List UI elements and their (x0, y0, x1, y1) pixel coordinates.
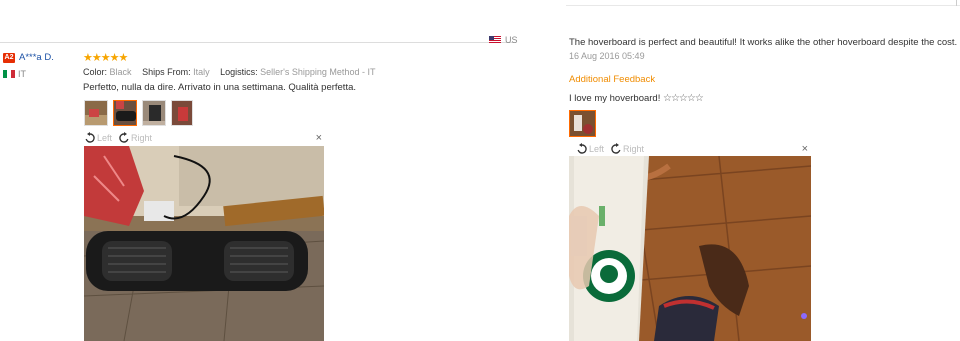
review-thumbnail-active[interactable] (569, 110, 596, 137)
image-viewer-toolbar: Left Right × (576, 142, 810, 156)
order-meta: Color: Black Ships From: Italy Logistics… (83, 67, 383, 77)
rotate-right-icon (611, 143, 621, 154)
review-text: Perfetto, nulla da dire. Arrivato in una… (83, 82, 357, 93)
rotate-right-icon (119, 132, 129, 143)
buyer-country-code: IT (18, 69, 26, 79)
review-thumbnail[interactable] (84, 100, 108, 126)
image-viewer-toolbar: Left Right × (84, 131, 324, 145)
additional-feedback-stars: ☆☆☆☆☆ (663, 93, 704, 104)
rotate-left-button[interactable]: Left (576, 143, 604, 155)
rotate-right-label: Right (131, 133, 153, 143)
rotate-left-icon (577, 143, 587, 154)
review-photo-starbucks-cup (569, 156, 811, 341)
logistics-key: Logistics: (220, 67, 258, 77)
review-thumbnail[interactable] (171, 100, 193, 126)
rotate-right-button[interactable]: Right (610, 143, 644, 155)
divider-line (0, 42, 516, 43)
italy-flag-icon (3, 70, 15, 78)
thumbnail-image (172, 101, 192, 125)
review-thumbnail[interactable] (142, 100, 166, 126)
divider-line-top (566, 0, 960, 6)
buyer-name: A***a D. (19, 52, 54, 63)
rotate-left-icon (85, 132, 95, 143)
logistics-value: Seller's Shipping Method - IT (260, 67, 376, 77)
thumbnail-image (143, 101, 165, 125)
starbucks-photo-image (569, 156, 811, 341)
us-flag-icon (489, 36, 501, 44)
buyer-country: IT (3, 69, 26, 79)
thumbnail-image (85, 101, 107, 125)
rotate-left-label: Left (97, 133, 113, 143)
ships-from-value: Italy (193, 67, 210, 77)
ships-from-key: Ships From: (142, 67, 191, 77)
buyer-level-badge: A2 (3, 53, 15, 63)
color-key: Color: (83, 67, 108, 77)
review-text: The hoverboard is perfect and beautiful!… (569, 37, 960, 48)
thumbnail-image (114, 101, 136, 125)
review-date: 16 Aug 2016 05:49 (569, 51, 645, 61)
reviewer-country-code: US (505, 35, 518, 45)
close-viewer-button[interactable]: × (316, 131, 322, 145)
reviewer-country: US (489, 35, 518, 45)
rotate-left-label: Left (589, 144, 605, 154)
thumbnail-image (570, 111, 595, 136)
rating-stars: ★★★★★ (83, 52, 128, 64)
color-value: Black (109, 67, 132, 77)
rotate-left-button[interactable]: Left (84, 132, 112, 144)
close-viewer-button[interactable]: × (802, 142, 808, 156)
additional-feedback: I love my hoverboard! ☆☆☆☆☆ (569, 93, 704, 104)
rotate-right-label: Right (623, 144, 645, 154)
review-thumbnail-active[interactable] (113, 100, 137, 126)
rotate-right-button[interactable]: Right (118, 132, 152, 144)
additional-feedback-title: Additional Feedback (569, 74, 656, 85)
review-photo-hoverboard (84, 146, 324, 341)
additional-feedback-text: I love my hoverboard! (569, 93, 661, 104)
hoverboard-photo-image (84, 146, 324, 341)
scroll-edge (956, 0, 960, 6)
